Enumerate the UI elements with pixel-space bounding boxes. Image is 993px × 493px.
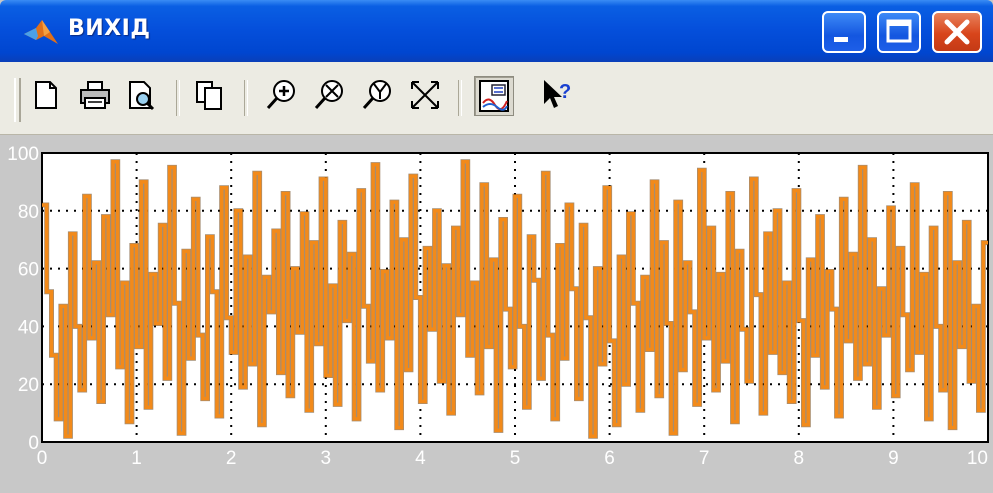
x-tick-label: 3	[321, 448, 332, 469]
copy-figure-icon	[196, 81, 222, 110]
y-tick-label: 60	[18, 260, 39, 281]
y-tick-label: 100	[7, 144, 39, 165]
legend-icon	[479, 80, 509, 112]
print-button[interactable]	[76, 76, 114, 114]
y-tick-label: 0	[28, 433, 39, 454]
minimize-icon	[834, 37, 848, 42]
maximize-icon	[886, 19, 912, 43]
new-figure-icon	[35, 81, 57, 109]
autoscale-icon	[411, 81, 439, 109]
x-tick-label: 2	[226, 448, 237, 469]
plot-area[interactable]: 0 1 2 3 4 5 6 7 8 9 10 0 20 40 60 80 100	[0, 135, 993, 493]
legend-button[interactable]	[474, 76, 514, 116]
zoom-out-icon	[314, 80, 343, 110]
x-tick-label: 4	[415, 448, 426, 469]
x-tick-label: 6	[604, 448, 615, 469]
toolbar-separator	[458, 80, 462, 116]
toolbar-separator	[176, 80, 180, 116]
y-tick-label: 20	[18, 375, 39, 396]
svg-text:?: ?	[559, 81, 571, 103]
close-icon	[944, 19, 970, 45]
toolbar-separator	[244, 80, 248, 116]
help-cursor-button[interactable]: ?	[538, 76, 576, 114]
print-preview-button[interactable]	[122, 76, 160, 114]
maximize-button[interactable]	[877, 11, 921, 53]
x-tick-label: 8	[794, 448, 805, 469]
print-preview-icon	[129, 81, 155, 111]
y-tick-label: 40	[18, 317, 39, 338]
copy-figure-button[interactable]	[190, 76, 228, 114]
toolbar: ?	[0, 62, 993, 135]
help-cursor-icon: ?	[544, 80, 571, 108]
window-title: ВИХІД	[68, 16, 151, 41]
zoom-y-icon	[362, 80, 391, 110]
step-plot[interactable]: 0 1 2 3 4 5 6 7 8 9 10020406080100	[0, 135, 993, 493]
zoom-in-icon	[266, 80, 295, 110]
new-figure-button[interactable]	[26, 76, 64, 114]
print-icon	[80, 81, 110, 109]
autoscale-button[interactable]	[406, 76, 444, 114]
zoom-out-button[interactable]	[310, 76, 348, 114]
x-tick-label: 1	[131, 448, 142, 469]
x-tick-label: 9	[888, 448, 899, 469]
title-bar[interactable]: ВИХІД	[0, 0, 993, 62]
y-tick-label: 80	[18, 202, 39, 223]
toolbar-grip[interactable]	[14, 78, 21, 122]
x-tick-label: 5	[510, 448, 521, 469]
matlab-logo-icon	[24, 20, 58, 44]
close-button[interactable]	[932, 11, 982, 53]
minimize-button[interactable]	[822, 11, 866, 53]
zoom-in-button[interactable]	[262, 76, 300, 114]
zoom-y-button[interactable]	[358, 76, 396, 114]
x-tick-label: 10	[967, 448, 988, 469]
x-tick-label: 7	[699, 448, 710, 469]
